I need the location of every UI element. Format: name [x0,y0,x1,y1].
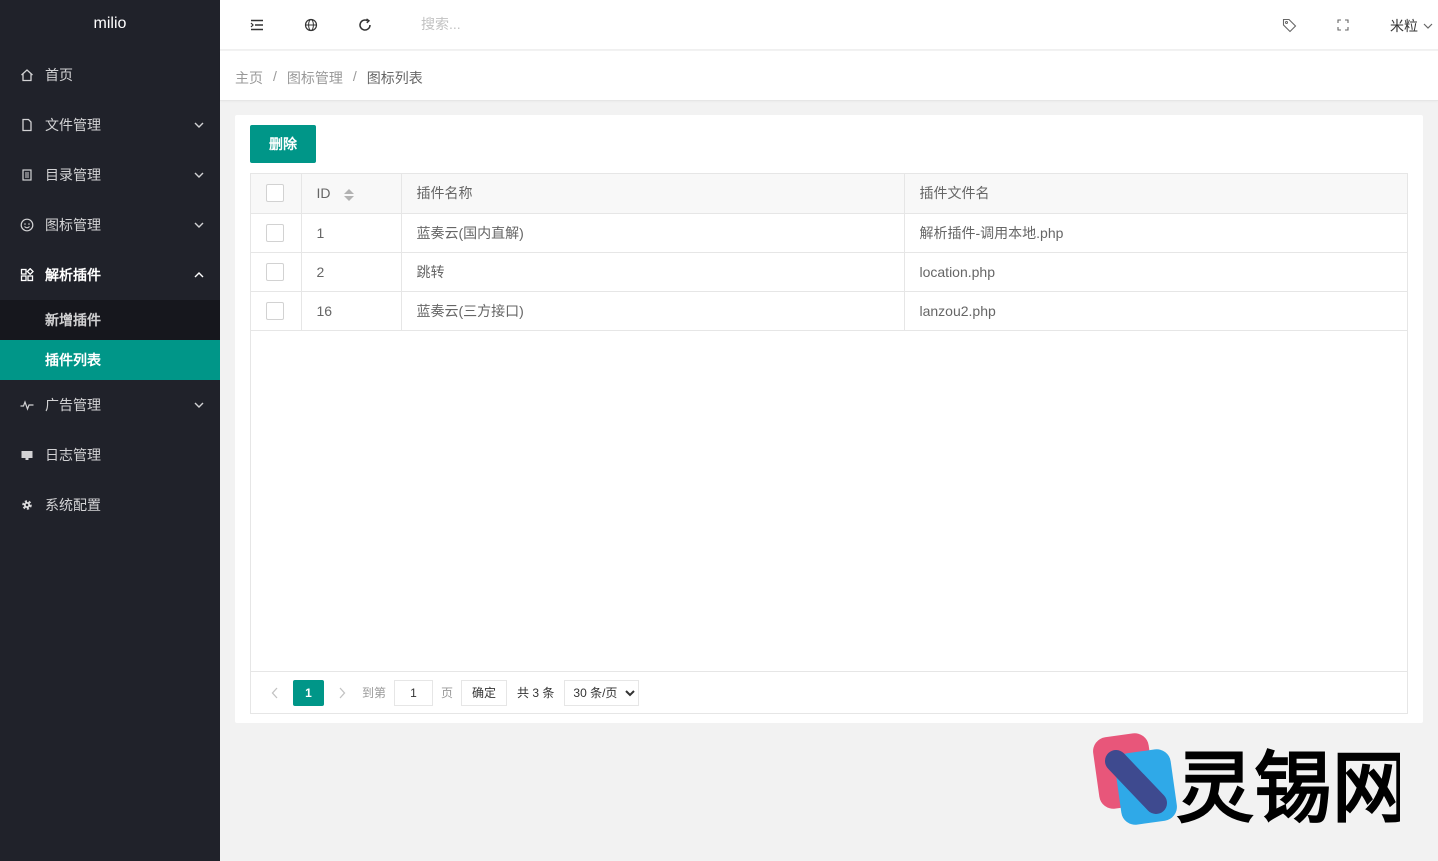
watermark-text: 灵锡网 [1176,744,1400,828]
table-row[interactable]: 2 跳转 location.php [251,252,1407,292]
sidebar: milio 首页 文件管理 目录管理 图标管理 解析插件 新增插件 插件列表 广… [0,0,220,861]
sidebar-item-label: 日志管理 [45,447,101,463]
breadcrumb-bar: 主页 / 图标管理 / 图标列表 [220,51,1438,101]
cell-name: 蓝奏云(三方接口) [401,291,905,331]
sidebar-item-directory[interactable]: 目录管理 [0,150,220,200]
row-checkbox-cell [251,213,302,253]
sidebar-item-plugins[interactable]: 解析插件 [0,250,220,300]
sidebar-subitem-add-plugin[interactable]: 新增插件 [0,300,220,340]
sidebar-item-label: 首页 [45,67,73,83]
sidebar-item-logs[interactable]: 日志管理 [0,430,220,480]
delete-button[interactable]: 删除 [250,125,316,163]
row-checkbox-cell [251,252,302,292]
cell-file: location.php [904,252,1407,292]
sidebar-item-label: 图标管理 [45,217,101,233]
fullscreen-icon[interactable] [1335,17,1351,33]
cell-id: 2 [301,252,402,292]
column-header-label: ID [316,185,331,202]
goto-confirm-button[interactable]: 确定 [461,679,508,706]
breadcrumb-separator: / [352,68,357,84]
table-row[interactable]: 16 蓝奏云(三方接口) lanzou2.php [251,291,1407,331]
sidebar-item-ads[interactable]: 广告管理 [0,380,220,430]
header-checkbox-cell [251,174,302,214]
sidebar-item-icons[interactable]: 图标管理 [0,200,220,250]
breadcrumb: 主页 / 图标管理 / 图标列表 [235,68,423,88]
current-page-button[interactable]: 1 [293,679,324,706]
pagination: 1 到第 页 确定 共 3 条 30 条/页 [251,671,1407,713]
column-header-name: 插件名称 [401,174,905,214]
row-checkbox[interactable] [266,223,284,242]
row-checkbox-cell [251,291,302,331]
column-header-id[interactable]: ID [301,174,402,214]
sidebar-item-label: 系统配置 [45,497,101,513]
sidebar-item-label: 目录管理 [45,167,101,183]
total-count: 共 3 条 [517,686,555,700]
document-icon [20,168,34,182]
sort-icon[interactable] [344,188,355,201]
top-header: 米粒 [220,0,1438,50]
home-icon [20,68,34,82]
search-input[interactable] [421,16,621,32]
breadcrumb-separator: / [273,68,277,84]
goto-page-input[interactable] [394,679,434,706]
content-card: 删除 ID 插件名称 插件文件名 1 蓝奏云(国内直解) 解析插件-调用本地.p… [235,115,1423,723]
gear-icon [20,498,34,512]
sidebar-item-label: 文件管理 [45,117,101,133]
monitor-icon [20,448,34,462]
goto-label: 到第 [362,686,387,700]
table-header-row: ID 插件名称 插件文件名 [251,174,1407,214]
page-unit-label: 页 [441,686,454,700]
breadcrumb-home[interactable]: 主页 [235,68,263,88]
cell-id: 1 [301,213,402,253]
breadcrumb-section[interactable]: 图标管理 [287,68,343,88]
cell-name: 蓝奏云(国内直解) [401,213,905,253]
chevron-down-icon [192,118,206,132]
tag-icon[interactable] [1281,17,1297,33]
sidebar-item-label: 广告管理 [45,397,101,413]
cell-name: 跳转 [401,252,905,292]
sidebar-item-home[interactable]: 首页 [0,50,220,100]
globe-icon[interactable] [303,17,319,33]
cell-file: lanzou2.php [904,291,1407,331]
sidebar-item-files[interactable]: 文件管理 [0,100,220,150]
submenu-plugins: 新增插件 插件列表 [0,300,220,380]
column-header-file: 插件文件名 [904,174,1407,214]
user-menu[interactable]: 米粒 [1390,16,1433,36]
sidebar-item-label: 解析插件 [45,267,101,283]
app-logo[interactable]: milio [0,0,220,50]
next-page-icon[interactable] [330,681,354,705]
chevron-down-icon [192,168,206,182]
sidebar-subitem-plugin-list[interactable]: 插件列表 [0,340,220,380]
chevron-up-icon [192,268,206,282]
apps-icon [20,268,34,282]
table-row[interactable]: 1 蓝奏云(国内直解) 解析插件-调用本地.php [251,213,1407,253]
breadcrumb-current: 图标列表 [366,70,423,86]
smile-icon [20,218,34,232]
chevron-down-icon [192,398,206,412]
row-checkbox[interactable] [266,262,284,281]
menu-toggle-icon[interactable] [249,17,265,33]
plugin-table: ID 插件名称 插件文件名 1 蓝奏云(国内直解) 解析插件-调用本地.php … [250,173,1408,714]
watermark-mark-icon [1093,733,1177,825]
prev-page-icon[interactable] [263,681,287,705]
pulse-icon [20,398,34,412]
sidebar-item-settings[interactable]: 系统配置 [0,480,220,530]
refresh-icon[interactable] [357,17,373,33]
user-name: 米粒 [1390,18,1418,34]
chevron-down-icon [192,218,206,232]
chevron-down-icon [1423,21,1433,31]
watermark-logo: 灵锡网 [1093,733,1400,828]
page-size-select[interactable]: 30 条/页 [564,679,640,706]
file-icon [20,118,34,132]
cell-id: 16 [301,291,402,331]
select-all-checkbox[interactable] [266,184,284,203]
row-checkbox[interactable] [266,301,284,320]
cell-file: 解析插件-调用本地.php [904,213,1407,253]
